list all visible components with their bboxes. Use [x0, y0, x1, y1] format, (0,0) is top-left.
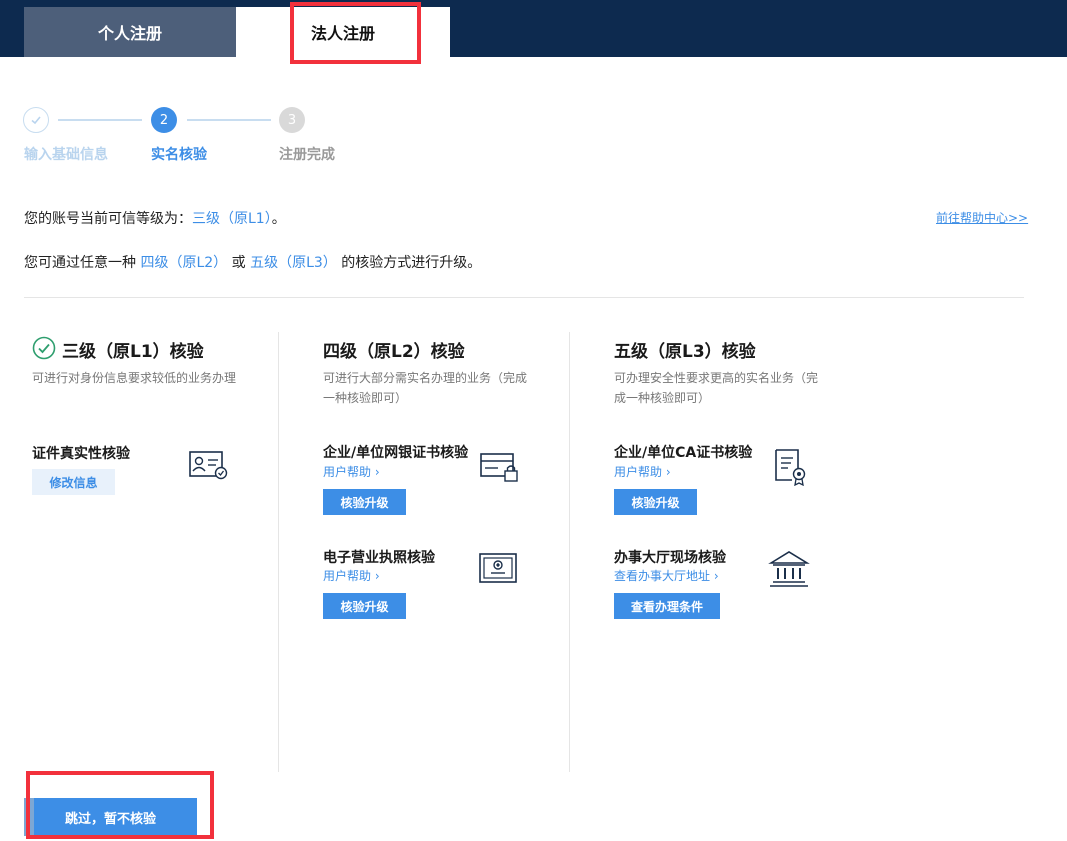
skip-verification-button[interactable]: 跳过，暂不核验	[24, 798, 197, 836]
step-3-number: 3	[279, 107, 305, 133]
divider-vertical-1	[278, 332, 279, 772]
divider-horizontal	[24, 297, 1024, 298]
column-l3-title: 五级（原L3）核验	[614, 342, 756, 362]
ca-cert-help-link[interactable]: 用户帮助 ›	[614, 463, 671, 480]
modify-info-button[interactable]: 修改信息	[32, 469, 115, 495]
step-3-label: 注册完成	[279, 147, 335, 163]
trust-level-line: 您的账号当前可信等级为：三级（原L1）。	[24, 211, 286, 227]
e-license-help-link[interactable]: 用户帮助 ›	[323, 567, 380, 584]
certificate-icon	[774, 448, 808, 490]
level-verified-check-icon	[32, 336, 56, 364]
id-card-icon	[189, 450, 229, 484]
ca-cert-upgrade-button[interactable]: 核验升级	[614, 489, 697, 515]
column-l1-desc: 可进行对身份信息要求较低的业务办理	[32, 371, 237, 385]
item-ebank-cert-title: 企业/单位网银证书核验	[323, 445, 469, 461]
step-1-label: 输入基础信息	[24, 147, 108, 163]
step-2-label: 实名核验	[151, 147, 207, 163]
e-license-upgrade-button[interactable]: 核验升级	[323, 593, 406, 619]
column-l3-desc: 可办理安全性要求更高的实名业务（完成一种核验即可）	[614, 371, 819, 405]
upgrade-hint-line: 您可通过任意一种 四级（原L2） 或 五级（原L3） 的核验方式进行升级。	[24, 255, 482, 271]
step-1-check-icon	[23, 107, 49, 133]
ebank-cert-help-link[interactable]: 用户帮助 ›	[323, 463, 380, 480]
column-l2-title: 四级（原L2）核验	[323, 342, 465, 362]
business-license-icon	[479, 552, 519, 588]
column-l2-desc: 可进行大部分需实名办理的业务（完成一种核验即可）	[323, 371, 528, 405]
tab-legal-registration[interactable]: 法人注册	[236, 7, 450, 57]
item-service-hall-title: 办事大厅现场核验	[614, 550, 726, 566]
divider-vertical-2	[569, 332, 570, 772]
item-ca-cert-title: 企业/单位CA证书核验	[614, 445, 753, 461]
help-center-link[interactable]: 前往帮助中心>>	[936, 209, 1028, 226]
column-l1-title: 三级（原L1）核验	[62, 342, 204, 362]
tab-personal-registration[interactable]: 个人注册	[24, 7, 236, 57]
item-id-verification-title: 证件真实性核验	[32, 446, 130, 462]
bank-card-lock-icon	[480, 450, 520, 488]
item-e-license-title: 电子营业执照核验	[323, 550, 435, 566]
view-conditions-button[interactable]: 查看办理条件	[614, 593, 720, 619]
step-2-number: 2	[151, 107, 177, 133]
service-hall-address-link[interactable]: 查看办事大厅地址 ›	[614, 567, 719, 584]
government-hall-icon	[768, 550, 810, 592]
step-line-2	[187, 119, 271, 121]
ebank-cert-upgrade-button[interactable]: 核验升级	[323, 489, 406, 515]
step-line-1	[58, 119, 142, 121]
